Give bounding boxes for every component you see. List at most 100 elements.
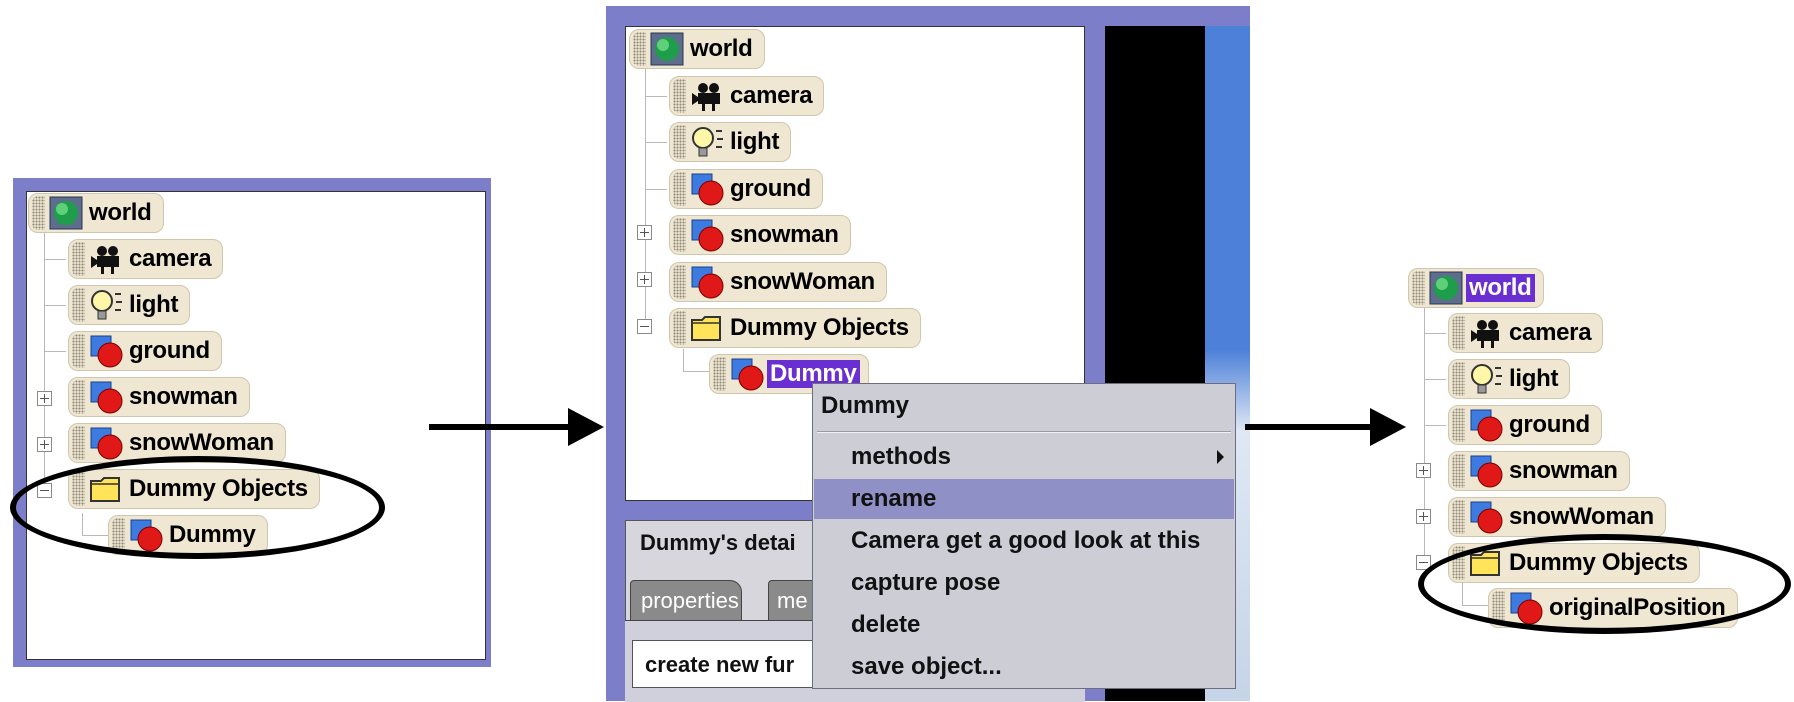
tree-node-snowwoman[interactable]: snowWoman bbox=[669, 262, 887, 302]
menu-item-rename[interactable]: rename bbox=[814, 479, 1234, 519]
drag-handle[interactable] bbox=[72, 288, 85, 322]
drag-handle[interactable] bbox=[1452, 316, 1465, 350]
menu-item-capture-pose[interactable]: capture pose bbox=[814, 563, 1234, 603]
tree-line bbox=[645, 142, 667, 143]
tree-node-snowman[interactable]: snowman bbox=[1448, 451, 1630, 491]
arrow bbox=[429, 424, 573, 430]
tab-properties[interactable]: properties bbox=[630, 580, 742, 620]
drag-handle[interactable] bbox=[72, 242, 85, 276]
node-label: light bbox=[1509, 365, 1559, 392]
drag-handle[interactable] bbox=[1452, 408, 1465, 442]
menu-item-label: methods bbox=[851, 443, 952, 470]
tree-line bbox=[683, 349, 684, 371]
tree-node-world[interactable]: world bbox=[28, 193, 164, 233]
tree-node-snowman[interactable]: snowman bbox=[68, 377, 250, 417]
tree-node-camera[interactable]: camera bbox=[68, 239, 224, 279]
node-label: camera bbox=[129, 245, 212, 272]
tree-node-ground[interactable]: ground bbox=[68, 331, 222, 371]
expand-snowman-toggle[interactable] bbox=[1416, 463, 1431, 478]
drag-handle[interactable] bbox=[673, 218, 686, 252]
tree-node-world[interactable]: world bbox=[1408, 268, 1544, 308]
globe-icon bbox=[1429, 271, 1463, 305]
drag-handle[interactable] bbox=[713, 357, 726, 391]
drag-handle[interactable] bbox=[1412, 271, 1425, 305]
drag-handle[interactable] bbox=[673, 79, 686, 113]
node-label: snowman bbox=[1509, 457, 1618, 484]
drag-handle[interactable] bbox=[1452, 500, 1465, 534]
tree-node-ground[interactable]: ground bbox=[669, 169, 823, 209]
context-menu: Dummy methods rename Camera get a good l… bbox=[812, 383, 1236, 689]
drag-handle[interactable] bbox=[673, 125, 686, 159]
node-label: ground bbox=[730, 175, 811, 202]
node-label: Dummy Objects bbox=[730, 314, 909, 341]
tree-node-light[interactable]: light bbox=[68, 285, 191, 325]
globe-icon bbox=[650, 32, 684, 66]
tree-node-dummy-objects[interactable]: Dummy Objects bbox=[669, 308, 921, 348]
drag-handle[interactable] bbox=[72, 334, 85, 368]
tree-line bbox=[44, 228, 45, 496]
tree-node-light[interactable]: light bbox=[669, 122, 792, 162]
3d-object-icon bbox=[1469, 454, 1503, 488]
menu-item-methods[interactable]: methods bbox=[814, 437, 1234, 477]
expand-snowwoman-toggle[interactable] bbox=[37, 437, 52, 452]
tree-line bbox=[683, 371, 709, 372]
tree-node-world[interactable]: world bbox=[629, 29, 765, 69]
tree-line bbox=[1424, 333, 1446, 334]
node-label-selected: world bbox=[1466, 274, 1535, 302]
movie-camera-icon bbox=[690, 79, 724, 113]
tree-node-camera[interactable]: camera bbox=[1448, 313, 1604, 353]
node-label: world bbox=[690, 35, 753, 62]
drag-handle[interactable] bbox=[673, 311, 686, 345]
node-label: snowWoman bbox=[1509, 503, 1654, 530]
drag-handle[interactable] bbox=[32, 196, 45, 230]
menu-item-delete[interactable]: delete bbox=[814, 605, 1234, 645]
movie-camera-icon bbox=[1469, 316, 1503, 350]
tree-line bbox=[44, 305, 66, 306]
folder-icon bbox=[690, 311, 724, 345]
drag-handle[interactable] bbox=[673, 265, 686, 299]
tree-node-light[interactable]: light bbox=[1448, 359, 1571, 399]
expand-snowwoman-toggle[interactable] bbox=[1416, 509, 1431, 524]
tree-node-camera[interactable]: camera bbox=[669, 76, 825, 116]
expand-snowman-toggle[interactable] bbox=[37, 391, 52, 406]
tree-line bbox=[1424, 306, 1425, 564]
arrow-head bbox=[568, 408, 604, 446]
drag-handle[interactable] bbox=[633, 32, 646, 66]
drag-handle[interactable] bbox=[673, 172, 686, 206]
node-label: light bbox=[129, 291, 179, 318]
tree-line bbox=[1424, 425, 1446, 426]
drag-handle[interactable] bbox=[72, 426, 85, 460]
expand-snowwoman-toggle[interactable] bbox=[637, 272, 652, 287]
tree-node-snowman[interactable]: snowman bbox=[669, 215, 851, 255]
menu-item-camera-look[interactable]: Camera get a good look at this bbox=[814, 521, 1234, 561]
3d-object-icon bbox=[89, 380, 123, 414]
tree-line bbox=[1424, 379, 1446, 380]
3d-object-icon bbox=[690, 218, 724, 252]
menu-separator bbox=[817, 431, 1231, 433]
node-label: snowman bbox=[129, 383, 238, 410]
submenu-arrow-icon bbox=[1217, 450, 1224, 464]
drag-handle[interactable] bbox=[1452, 362, 1465, 396]
tree-line bbox=[44, 351, 66, 352]
movie-camera-icon bbox=[89, 242, 123, 276]
collapse-dummy-objects-toggle[interactable] bbox=[637, 319, 652, 334]
tree-node-ground[interactable]: ground bbox=[1448, 405, 1602, 445]
menu-item-save-object[interactable]: save object... bbox=[814, 647, 1234, 687]
light-bulb-icon bbox=[89, 288, 123, 322]
3d-object-icon bbox=[690, 172, 724, 206]
drag-handle[interactable] bbox=[72, 380, 85, 414]
node-label: world bbox=[89, 199, 152, 226]
arrow-head bbox=[1370, 408, 1406, 446]
light-bulb-icon bbox=[690, 125, 724, 159]
node-label: camera bbox=[1509, 319, 1592, 346]
3d-object-icon bbox=[89, 426, 123, 460]
node-label: ground bbox=[1509, 411, 1590, 438]
node-label: snowman bbox=[730, 221, 839, 248]
3d-object-icon bbox=[690, 265, 724, 299]
expand-snowman-toggle[interactable] bbox=[637, 225, 652, 240]
tree-line bbox=[44, 259, 66, 260]
tree-node-snowwoman[interactable]: snowWoman bbox=[1448, 497, 1666, 537]
node-label: light bbox=[730, 128, 780, 155]
drag-handle[interactable] bbox=[1452, 454, 1465, 488]
globe-icon bbox=[49, 196, 83, 230]
